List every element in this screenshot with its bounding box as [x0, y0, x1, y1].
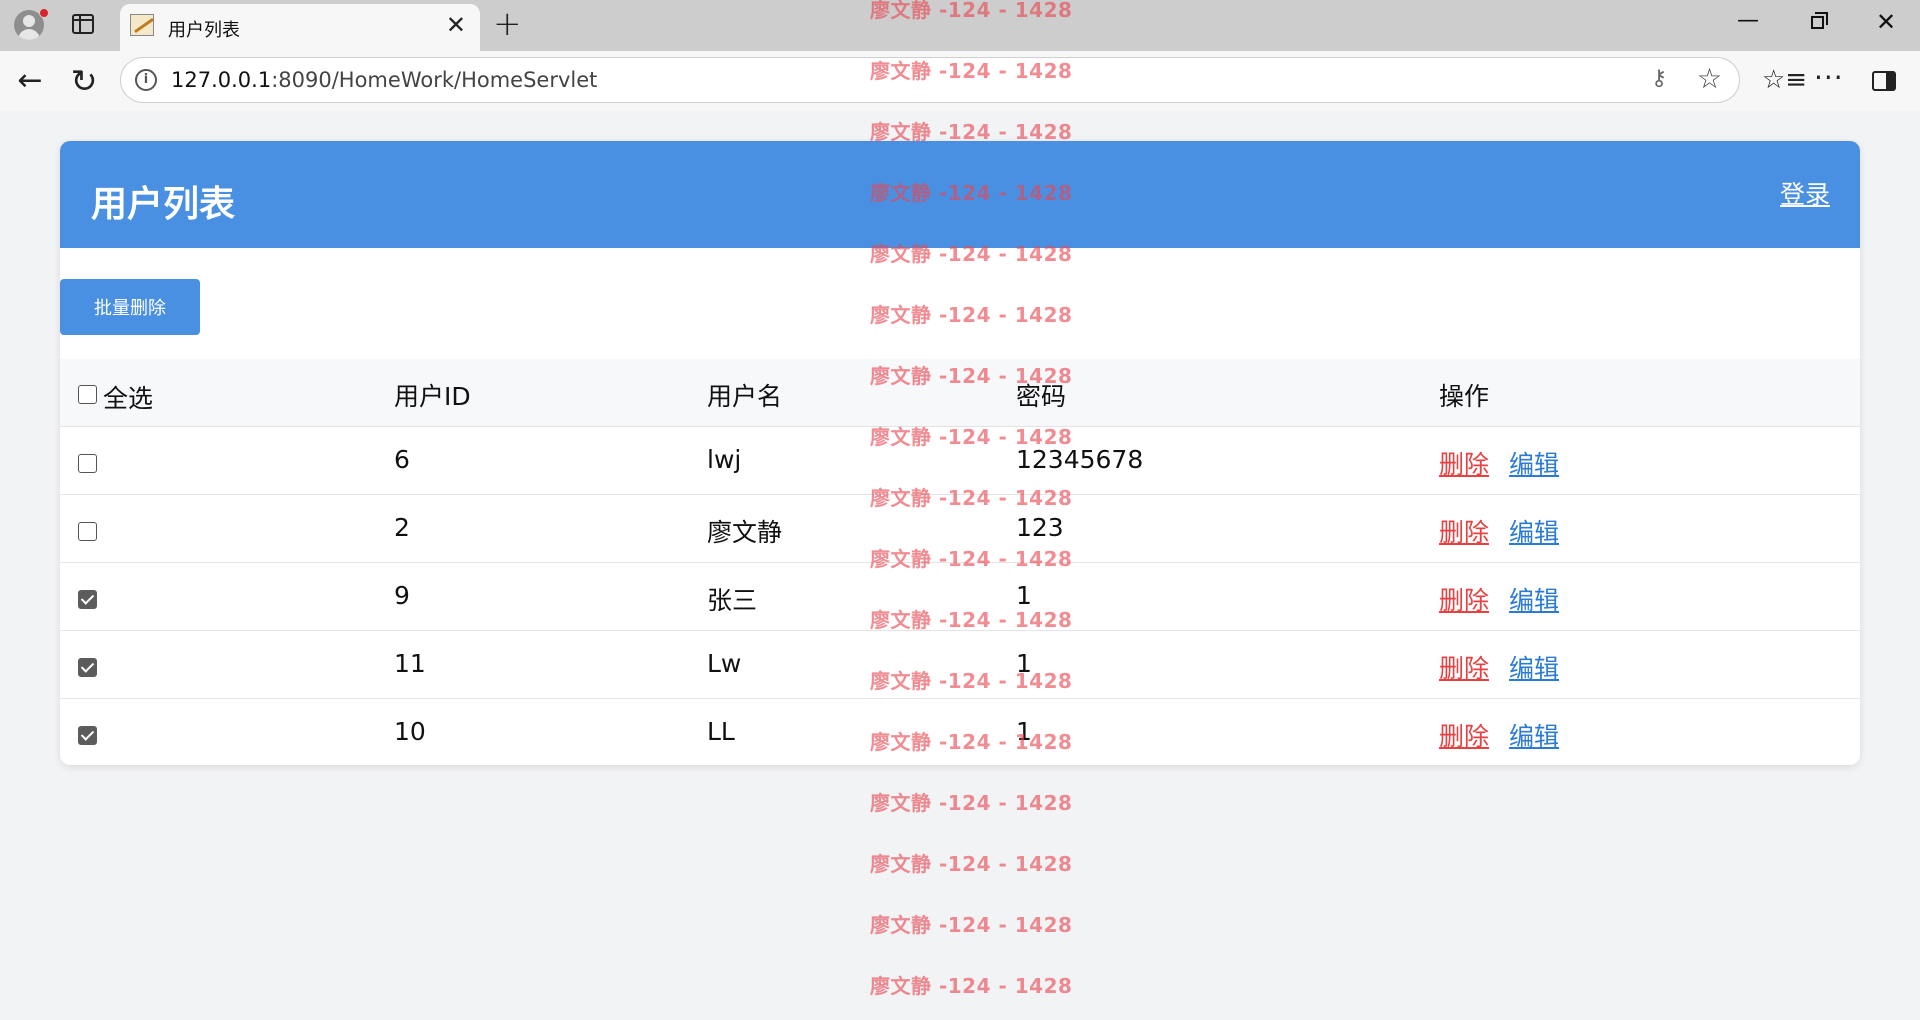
password-cell: 1	[1016, 649, 1032, 678]
table-row: 10 LL 1 删除 编辑	[60, 699, 1860, 765]
select-all-checkbox[interactable]	[78, 384, 97, 404]
reload-icon[interactable]: ↻	[66, 63, 102, 99]
tomcat-favicon-icon	[130, 14, 154, 36]
card-header: 用户列表 登录	[60, 141, 1860, 248]
row-checkbox[interactable]	[78, 725, 97, 745]
site-info-icon[interactable]: i	[135, 69, 157, 91]
password-cell: 1	[1016, 717, 1032, 746]
row-checkbox[interactable]	[78, 521, 97, 541]
table-row: 9 张三 1 删除 编辑	[60, 563, 1860, 631]
row-checkbox[interactable]	[78, 589, 97, 609]
delete-link[interactable]: 删除	[1439, 722, 1489, 751]
url-path: :8090/HomeWork/HomeServlet	[271, 68, 598, 92]
password-key-icon[interactable]: ⚷	[1651, 66, 1667, 91]
url-text[interactable]: 127.0.0.1:8090/HomeWork/HomeServlet	[171, 68, 597, 92]
browser-tab-bar: 用户列表 ✕ + — ✕	[0, 0, 1920, 51]
back-arrow-icon[interactable]: ←	[12, 63, 48, 99]
new-tab-plus-icon[interactable]: +	[493, 4, 522, 44]
sidebar-toggle-icon[interactable]	[1872, 71, 1896, 91]
notification-dot	[39, 8, 49, 18]
row-checkbox[interactable]	[78, 453, 97, 473]
profile-avatar[interactable]	[12, 6, 50, 44]
delete-link[interactable]: 删除	[1439, 518, 1489, 547]
user-id-cell: 6	[394, 445, 410, 474]
password-cell: 123	[1016, 513, 1064, 542]
username-cell: lwj	[707, 445, 742, 474]
favorites-list-icon[interactable]: ☆≡	[1762, 65, 1807, 95]
table-header-row: 全选 用户ID 用户名 密码 操作	[60, 359, 1860, 427]
window-minimize-icon[interactable]: —	[1728, 8, 1768, 33]
user-id-cell: 9	[394, 581, 410, 610]
username-cell: 张三	[707, 586, 758, 615]
column-header-username: 用户名	[707, 382, 783, 411]
browser-toolbar: ← ↻ i 127.0.0.1:8090/HomeWork/HomeServle…	[0, 51, 1920, 111]
select-all[interactable]: 全选	[78, 379, 153, 415]
username-cell: LL	[707, 717, 735, 746]
more-menu-icon[interactable]: ···	[1814, 61, 1844, 94]
edit-link[interactable]: 编辑	[1509, 654, 1559, 683]
login-link[interactable]: 登录	[1780, 175, 1830, 211]
select-all-label: 全选	[103, 384, 154, 413]
column-header-actions: 操作	[1439, 382, 1490, 411]
url-host: 127.0.0.1	[171, 68, 272, 92]
page-viewport: 用户列表 登录 批量删除 全选 用户ID 用户名 密码 操作 6 lwj 123…	[6, 111, 1914, 1015]
browser-tab-active[interactable]: 用户列表 ✕	[120, 4, 480, 51]
batch-delete-button[interactable]: 批量删除	[60, 279, 200, 335]
user-id-cell: 11	[394, 649, 426, 678]
page-title: 用户列表	[91, 184, 236, 225]
user-id-cell: 10	[394, 717, 426, 746]
delete-link[interactable]: 删除	[1439, 654, 1489, 683]
window-restore-icon[interactable]	[1797, 8, 1837, 35]
edit-link[interactable]: 编辑	[1509, 586, 1559, 615]
column-header-password: 密码	[1016, 382, 1067, 411]
tab-title: 用户列表	[168, 20, 240, 41]
column-header-id: 用户ID	[394, 382, 471, 411]
user-table: 全选 用户ID 用户名 密码 操作 6 lwj 12345678 删除 编辑 2 …	[60, 359, 1860, 765]
password-cell: 1	[1016, 581, 1032, 610]
tab-actions-icon[interactable]	[72, 14, 94, 34]
user-id-cell: 2	[394, 513, 410, 542]
window-close-icon[interactable]: ✕	[1866, 8, 1906, 36]
row-checkbox[interactable]	[78, 657, 97, 677]
user-list-card: 用户列表 登录 批量删除 全选 用户ID 用户名 密码 操作 6 lwj 123…	[60, 141, 1860, 765]
table-row: 2 廖文静 123 删除 编辑	[60, 495, 1860, 563]
edit-link[interactable]: 编辑	[1509, 450, 1559, 479]
password-cell: 12345678	[1016, 445, 1144, 474]
delete-link[interactable]: 删除	[1439, 450, 1489, 479]
username-cell: Lw	[707, 649, 742, 678]
edit-link[interactable]: 编辑	[1509, 722, 1559, 751]
table-row: 11 Lw 1 删除 编辑	[60, 631, 1860, 699]
edit-link[interactable]: 编辑	[1509, 518, 1559, 547]
tab-close-icon[interactable]: ✕	[446, 11, 466, 39]
username-cell: 廖文静	[707, 518, 783, 547]
address-bar[interactable]: i 127.0.0.1:8090/HomeWork/HomeServlet ⚷ …	[120, 57, 1740, 103]
favorite-star-icon[interactable]: ☆	[1697, 62, 1722, 95]
table-row: 6 lwj 12345678 删除 编辑	[60, 427, 1860, 495]
delete-link[interactable]: 删除	[1439, 586, 1489, 615]
